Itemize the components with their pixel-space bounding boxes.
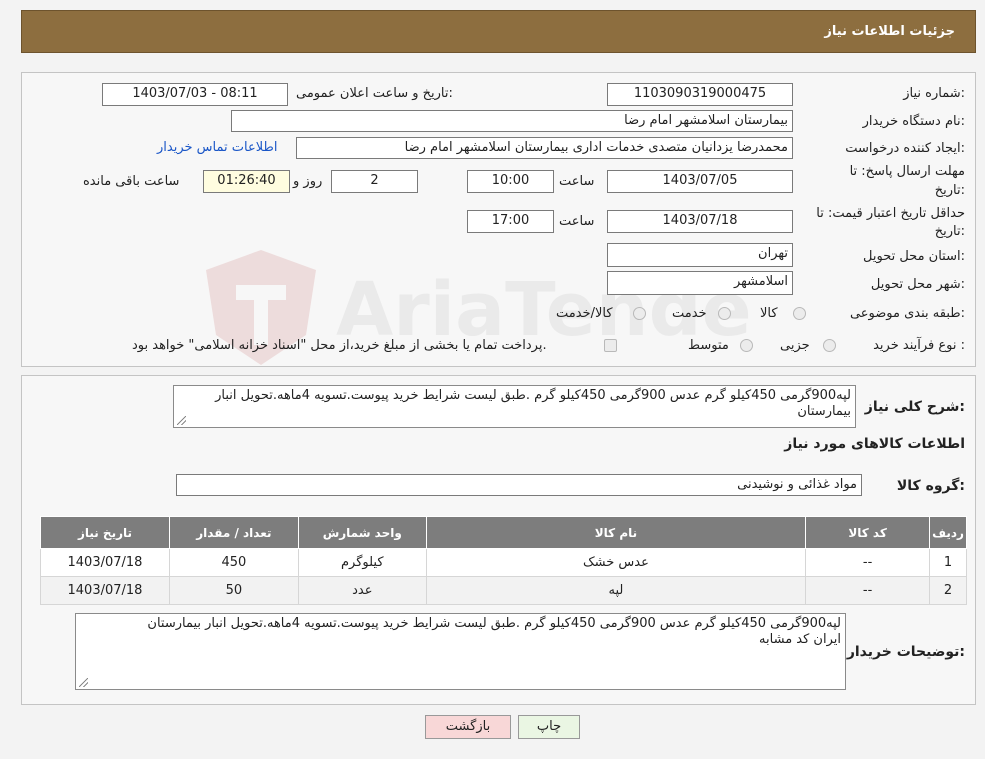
purchase-option-minor: جزیی <box>780 338 810 353</box>
category-option-both: کالا/خدمت <box>556 306 613 321</box>
remaining-label: ساعت باقی مانده <box>83 174 180 189</box>
deadline-time-label: ساعت <box>559 174 595 189</box>
buyer-notes-label: توضیحات خریدار: <box>846 644 965 660</box>
cell-name: لپه <box>425 576 807 605</box>
purchase-note-checkbox[interactable] <box>604 339 617 352</box>
city-field[interactable]: اسلامشهر <box>607 271 793 295</box>
table-header-row: ردیف کد کالا نام کالا واحد شمارش تعداد /… <box>40 516 967 549</box>
province-label: استان محل تحویل: <box>863 249 965 264</box>
validity-time-field[interactable]: 17:00 <box>467 210 554 233</box>
category-radio-both[interactable] <box>633 307 646 320</box>
remaining-time-field[interactable]: 01:26:40 <box>203 170 290 193</box>
days-label: روز و <box>293 174 323 189</box>
print-button[interactable]: چاپ <box>518 715 580 739</box>
validity-date-field[interactable]: 1403/07/18 <box>607 210 793 233</box>
deadline-label: مهلت ارسال پاسخ: تا <box>849 164 965 179</box>
col-code-header: کد کالا <box>805 516 931 549</box>
purchase-type-label: نوع فرآیند خرید : <box>873 338 965 353</box>
deadline-time-field[interactable]: 10:00 <box>467 170 554 193</box>
resize-grip-icon[interactable] <box>79 678 88 687</box>
col-qty-header: تعداد / مقدار <box>168 516 299 549</box>
validity-time-label: ساعت <box>559 214 595 229</box>
category-label: طبقه بندی موضوعی: <box>849 306 965 321</box>
summary-textarea[interactable]: لپه900گرمی 450کیلو گرم عدس 900گرمی 450کی… <box>173 385 856 428</box>
province-field[interactable]: تهران <box>607 243 793 267</box>
purchase-note: پرداخت تمام یا بخشی از مبلغ خرید،از محل … <box>132 338 547 353</box>
cell-unit: کیلوگرم <box>297 548 427 577</box>
creator-label: ایجاد کننده درخواست: <box>845 141 965 156</box>
validity-label: حداقل تاریخ اعتبار قیمت: تا <box>816 206 965 221</box>
validity-label-date: تاریخ: <box>934 224 965 239</box>
cell-row: 1 <box>929 548 967 577</box>
page-title: جزئیات اطلاعات نیاز <box>824 24 955 39</box>
goods-group-field[interactable]: مواد غذائی و نوشیدنی <box>176 474 862 496</box>
summary-text: لپه900گرمی 450کیلو گرم عدس 900گرمی 450کی… <box>215 388 851 419</box>
need-number-field[interactable]: 1103090319000475 <box>607 83 793 106</box>
items-table: ردیف کد کالا نام کالا واحد شمارش تعداد /… <box>40 516 967 605</box>
need-number-label: شماره نیاز: <box>903 86 965 101</box>
goods-group-label: گروه کالا: <box>896 478 965 494</box>
buyer-org-field[interactable]: بیمارستان اسلامشهر امام رضا <box>231 110 793 132</box>
cell-qty: 50 <box>168 576 299 605</box>
col-name-header: نام کالا <box>425 516 807 549</box>
purchase-radio-minor[interactable] <box>823 339 836 352</box>
table-row[interactable]: 2 -- لپه عدد 50 1403/07/18 <box>40 576 967 605</box>
summary-label: شرح کلی نیاز: <box>864 399 965 415</box>
category-radio-goods[interactable] <box>793 307 806 320</box>
back-button[interactable]: بازگشت <box>425 715 511 739</box>
resize-grip-icon[interactable] <box>177 416 186 425</box>
purchase-radio-medium[interactable] <box>740 339 753 352</box>
cell-date: 1403/07/18 <box>40 548 170 577</box>
table-row[interactable]: 1 -- عدس خشک کیلوگرم 450 1403/07/18 <box>40 548 967 577</box>
deadline-date-field[interactable]: 1403/07/05 <box>607 170 793 193</box>
cell-date: 1403/07/18 <box>40 576 170 605</box>
cell-qty: 450 <box>168 548 299 577</box>
buyer-org-label: نام دستگاه خریدار: <box>862 114 965 129</box>
category-option-goods: کالا <box>760 306 778 321</box>
page-header: جزئیات اطلاعات نیاز <box>21 10 976 53</box>
purchase-option-medium: متوسط <box>688 338 729 353</box>
col-unit-header: واحد شمارش <box>297 516 427 549</box>
category-option-service: خدمت <box>672 306 707 321</box>
announce-date-label: تاریخ و ساعت اعلان عمومی: <box>296 86 453 101</box>
creator-field[interactable]: محمدرضا یزدانیان متصدی خدمات اداری بیمار… <box>296 137 793 159</box>
category-radio-service[interactable] <box>718 307 731 320</box>
cell-unit: عدد <box>297 576 427 605</box>
buyer-notes-line1: لپه900گرمی 450کیلو گرم عدس 900گرمی 450کی… <box>147 616 841 631</box>
cell-name: عدس خشک <box>425 548 807 577</box>
col-date-header: تاریخ نیاز <box>40 516 170 549</box>
buyer-contact-link[interactable]: اطلاعات تماس خریدار <box>157 140 277 155</box>
days-field[interactable]: 2 <box>331 170 418 193</box>
deadline-label-date: تاریخ: <box>934 183 965 198</box>
buyer-notes-line2: ایران کد مشابه <box>759 632 841 647</box>
cell-code: -- <box>805 576 931 605</box>
cell-code: -- <box>805 548 931 577</box>
city-label: شهر محل تحویل: <box>870 277 965 292</box>
cell-row: 2 <box>929 576 967 605</box>
col-row-header: ردیف <box>929 516 967 549</box>
buyer-notes-textarea[interactable]: لپه900گرمی 450کیلو گرم عدس 900گرمی 450کی… <box>75 613 846 690</box>
announce-date-field[interactable]: 1403/07/03 - 08:11 <box>102 83 288 106</box>
goods-info-title: اطلاعات کالاهای مورد نیاز <box>784 436 965 452</box>
